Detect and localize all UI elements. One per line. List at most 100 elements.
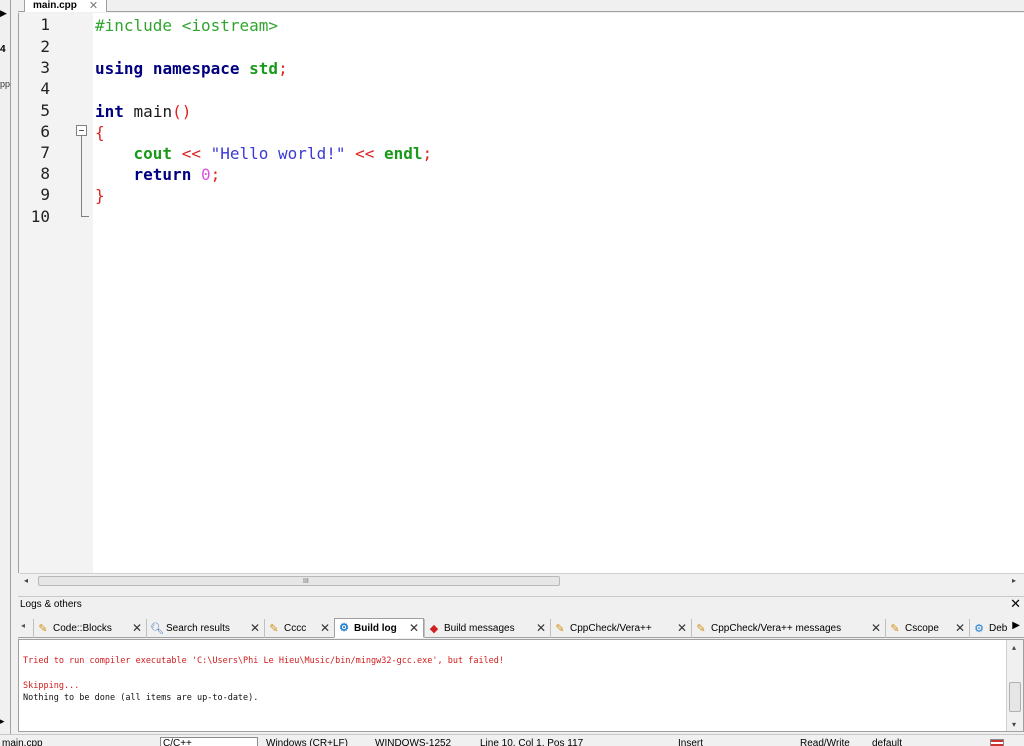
tab-search-results[interactable]: 🔍︎ Search results ✕ bbox=[146, 619, 264, 638]
tab-build-log[interactable]: ⚙ Build log ✕ bbox=[334, 618, 424, 638]
gear-icon: ⚙ bbox=[974, 622, 984, 635]
close-icon[interactable]: ✕ bbox=[89, 0, 98, 12]
code-line-8: return 0; bbox=[95, 164, 221, 185]
line-number: 9 bbox=[40, 185, 50, 204]
semicolon: ; bbox=[210, 165, 221, 184]
tab-label: Code::Blocks bbox=[53, 623, 112, 634]
panel-label-2: pp bbox=[0, 79, 11, 89]
status-profile: default bbox=[872, 738, 903, 746]
identifier-endl: endl bbox=[384, 144, 423, 163]
tab-scroll-right-icon[interactable]: ▶ bbox=[1012, 620, 1020, 631]
expand-arrow-icon[interactable]: ▶ bbox=[0, 8, 10, 22]
stream-operator: << bbox=[355, 144, 375, 163]
keyword-return: return bbox=[133, 165, 192, 184]
line-number: 6 bbox=[40, 122, 50, 141]
close-icon[interactable]: ✕ bbox=[677, 621, 687, 635]
gear-icon: ⚙ bbox=[339, 622, 349, 634]
scroll-left-icon[interactable]: ◂ bbox=[24, 574, 28, 588]
note-icon: ✎ bbox=[555, 622, 565, 635]
tab-build-messages[interactable]: ◆ Build messages ✕ bbox=[424, 619, 550, 638]
search-icon: 🔍︎ bbox=[150, 622, 164, 635]
panel-label-1: 4 bbox=[0, 44, 6, 55]
horizontal-scrollbar[interactable]: ◂ III ▸ bbox=[20, 573, 1024, 587]
tab-scroll-left-icon[interactable]: ◂ bbox=[21, 621, 25, 630]
scrollbar-thumb[interactable]: III bbox=[38, 576, 560, 586]
tab-main-cpp[interactable]: main.cpp ✕ bbox=[24, 0, 108, 12]
scroll-grip: III bbox=[303, 578, 309, 585]
tab-label: Deb bbox=[989, 623, 1008, 634]
tab-label: Search results bbox=[166, 623, 230, 634]
keyword-namespace: namespace bbox=[152, 59, 240, 78]
log-done-line: Nothing to be done (all items are up-to-… bbox=[23, 693, 259, 703]
type-int: int bbox=[95, 102, 124, 121]
preprocessor-directive: #include <iostream> bbox=[95, 16, 279, 35]
logs-tabbar: ◂ ✎ Code::Blocks ✕ 🔍︎ Search results ✕ ✎… bbox=[18, 616, 1024, 638]
close-icon[interactable]: ✕ bbox=[955, 621, 965, 635]
note-icon: ✎ bbox=[269, 622, 279, 635]
status-file: main.cpp bbox=[2, 738, 43, 746]
status-bar: main.cpp C/C++ Windows (CR+LF) WINDOWS-1… bbox=[0, 734, 1024, 746]
tab-label: main.cpp bbox=[33, 0, 77, 11]
tab-label: CppCheck/Vera++ bbox=[570, 623, 652, 634]
logs-panel-title: Logs & others bbox=[20, 599, 82, 610]
tab-label: CppCheck/Vera++ messages bbox=[711, 623, 842, 634]
tab-cppcheck-vera-messages[interactable]: ✎ CppCheck/Vera++ messages ✕ bbox=[691, 619, 885, 638]
identifier-cout: cout bbox=[133, 144, 173, 163]
status-mode: Insert bbox=[678, 738, 704, 746]
line-number: 2 bbox=[40, 37, 50, 56]
tab-label: Cscope bbox=[905, 623, 939, 634]
line-number: 4 bbox=[40, 79, 50, 98]
vertical-scrollbar[interactable]: ▴ ▾ bbox=[1006, 640, 1023, 731]
close-icon[interactable]: ✕ bbox=[871, 621, 881, 635]
panel-scroll-icon[interactable]: ▸ bbox=[0, 716, 5, 727]
language-flag-icon bbox=[990, 739, 1004, 746]
close-icon[interactable]: ✕ bbox=[409, 621, 419, 635]
tab-cccc[interactable]: ✎ Cccc ✕ bbox=[264, 619, 334, 638]
tab-label: Cccc bbox=[284, 623, 307, 634]
semicolon: ; bbox=[278, 59, 288, 78]
status-access: Read/Write bbox=[800, 738, 850, 746]
scroll-right-icon[interactable]: ▸ bbox=[1012, 574, 1016, 588]
close-icon[interactable]: ✕ bbox=[132, 621, 142, 635]
line-number-gutter: 1 2 3 4 5 6 7 8 9 10 bbox=[19, 13, 93, 573]
close-icon[interactable]: ✕ bbox=[1010, 596, 1021, 612]
close-icon[interactable]: ✕ bbox=[320, 621, 330, 635]
identifier-std: std bbox=[249, 59, 279, 78]
scroll-down-icon[interactable]: ▾ bbox=[1012, 720, 1016, 729]
tab-label: Build messages bbox=[444, 623, 515, 634]
tab-debugger[interactable]: ⚙ Deb bbox=[969, 619, 1009, 638]
tab-cscope[interactable]: ✎ Cscope ✕ bbox=[885, 619, 969, 638]
close-icon[interactable]: ✕ bbox=[536, 621, 546, 635]
editor-tabbar: main.cpp ✕ bbox=[18, 0, 1024, 12]
management-panel: ▶ 4 pp ▸ bbox=[0, 0, 11, 734]
code-editor[interactable]: 1 2 3 4 5 6 7 8 9 10 #include <iostream>… bbox=[18, 13, 1024, 573]
line-number: 7 bbox=[40, 143, 50, 162]
tab-codeblocks[interactable]: ✎ Code::Blocks ✕ bbox=[33, 619, 146, 638]
open-brace: { bbox=[95, 123, 105, 142]
status-encoding: WINDOWS-1252 bbox=[375, 738, 452, 746]
stream-operator: << bbox=[181, 144, 201, 163]
line-number: 3 bbox=[40, 58, 50, 77]
identifier-main: main bbox=[133, 102, 173, 121]
note-icon: ✎ bbox=[38, 622, 48, 635]
scrollbar-thumb[interactable] bbox=[1009, 682, 1021, 712]
scroll-up-icon[interactable]: ▴ bbox=[1012, 643, 1016, 652]
fold-toggle-icon[interactable] bbox=[76, 125, 87, 136]
code-line-5: int main() bbox=[95, 101, 191, 122]
log-error-line: Tried to run compiler executable 'C:\Use… bbox=[23, 656, 505, 666]
close-brace: } bbox=[95, 186, 105, 205]
semicolon: ; bbox=[422, 144, 433, 163]
close-icon[interactable]: ✕ bbox=[250, 621, 260, 635]
code-line-1: #include <iostream> bbox=[95, 15, 278, 36]
status-position: Line 10, Col 1, Pos 117 bbox=[480, 738, 584, 746]
status-language[interactable]: C/C++ bbox=[160, 737, 258, 746]
line-number: 1 bbox=[40, 15, 50, 34]
tab-cppcheck-vera[interactable]: ✎ CppCheck/Vera++ ✕ bbox=[550, 619, 691, 638]
build-log-output[interactable]: Tried to run compiler executable 'C:\Use… bbox=[18, 639, 1024, 732]
line-number: 5 bbox=[40, 101, 50, 120]
status-line-endings: Windows (CR+LF) bbox=[266, 738, 348, 746]
code-line-9: } bbox=[95, 185, 105, 206]
line-number: 10 bbox=[30, 207, 50, 226]
line-number: 8 bbox=[40, 164, 50, 183]
fold-guide bbox=[81, 136, 82, 216]
